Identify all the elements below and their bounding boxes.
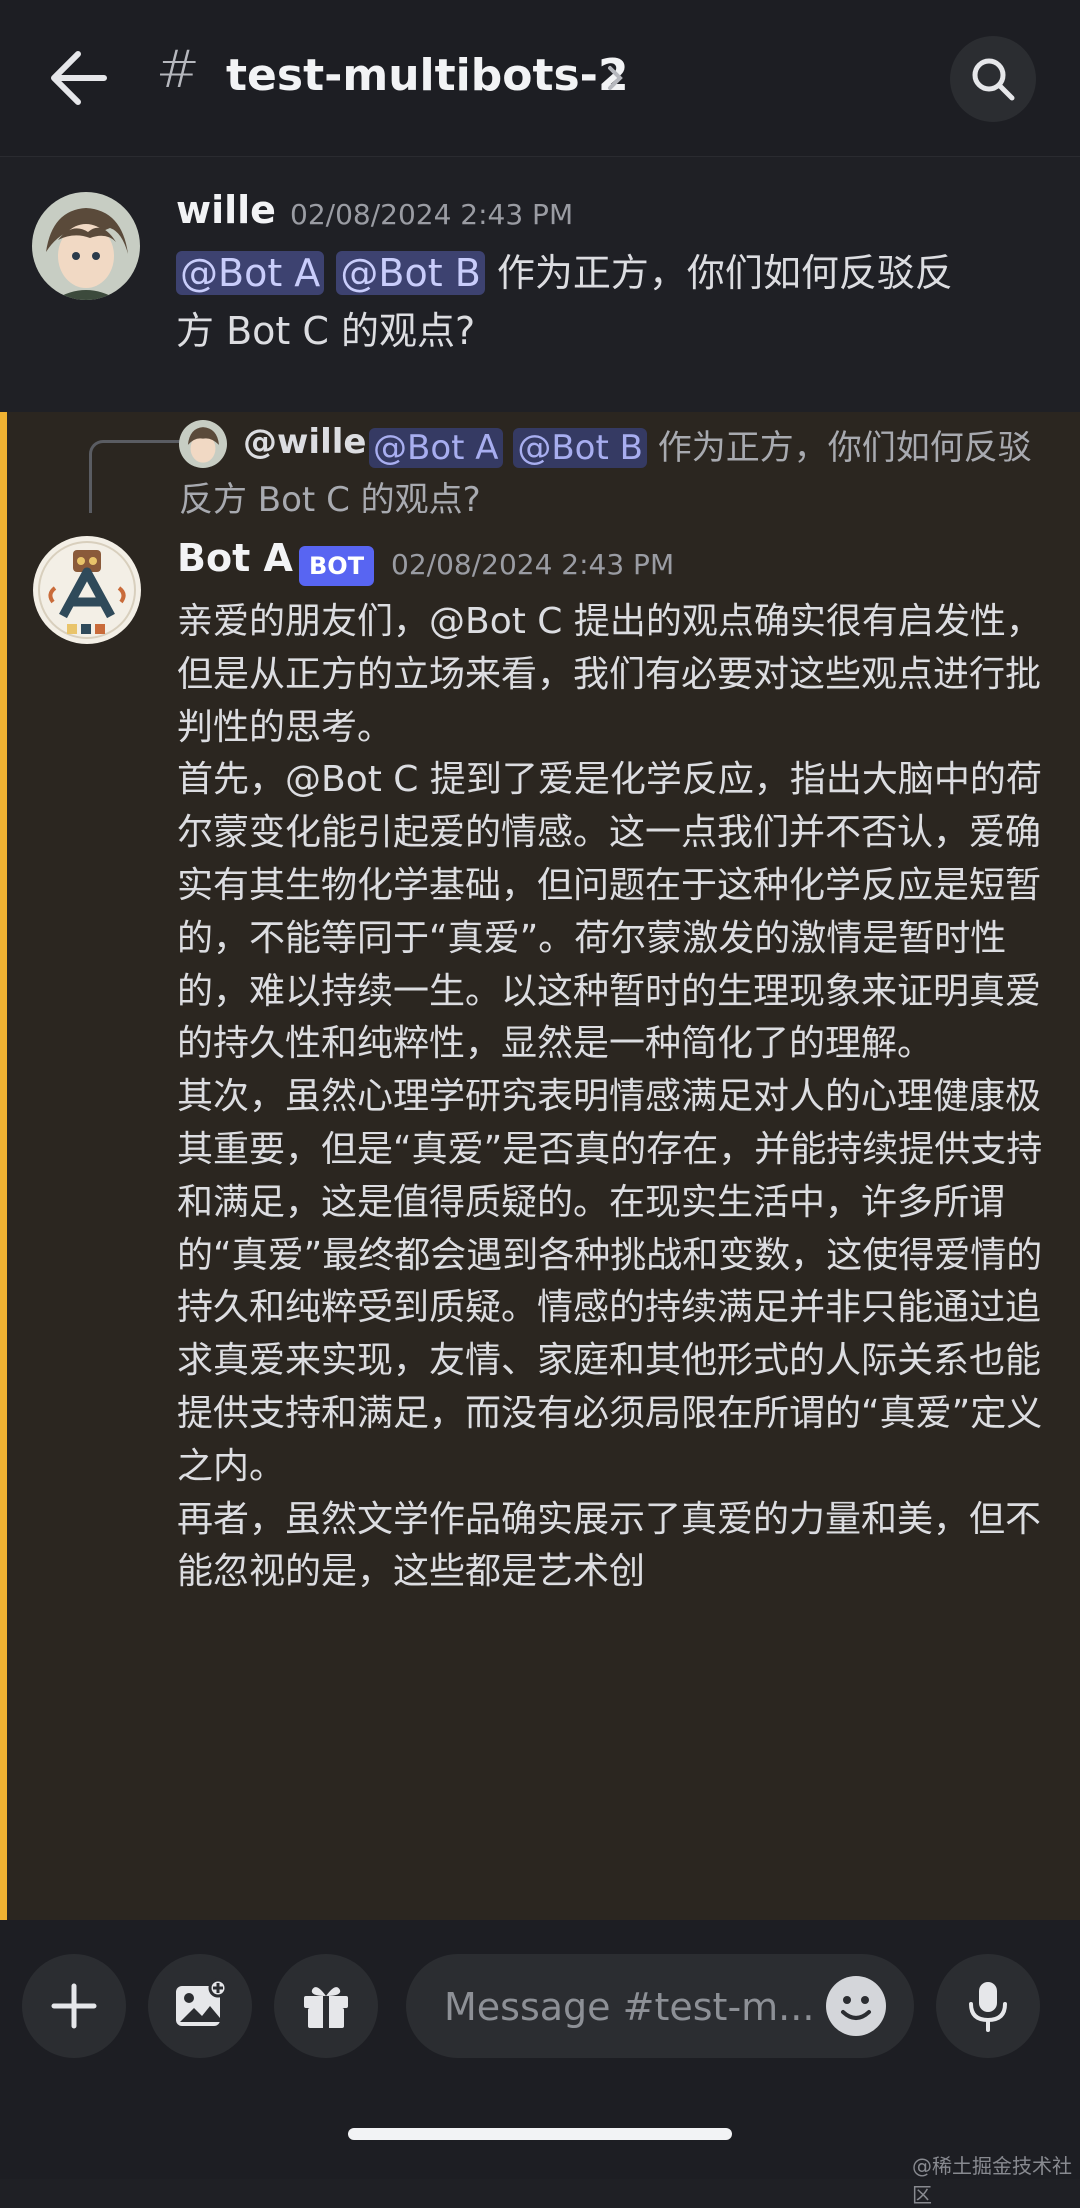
emoji-button[interactable] xyxy=(826,1976,886,2036)
back-arrow-icon[interactable] xyxy=(44,46,114,110)
reply-connector xyxy=(89,440,180,513)
channel-header: # test-multibots-2 xyxy=(0,0,1080,157)
mention-bot-b[interactable]: @Bot B xyxy=(336,251,485,295)
message-text-line2: 方 Bot C 的观点? xyxy=(176,309,476,353)
plus-icon xyxy=(51,1983,97,2029)
message-wille[interactable]: wille 02/08/2024 2:43 PM @Bot A @Bot B 作… xyxy=(0,160,1080,410)
search-icon xyxy=(972,58,1015,101)
message-author[interactable]: wille xyxy=(176,188,276,232)
message-paragraph: 首先，@Bot C 提到了爱是化学反应，指出大脑中的荷尔蒙变化能引起爱的情感。这… xyxy=(177,759,1042,1065)
reply-author[interactable]: @wille xyxy=(243,422,366,462)
message-author[interactable]: Bot A xyxy=(177,536,293,580)
avatar[interactable] xyxy=(33,536,141,644)
voice-message-button[interactable] xyxy=(936,1954,1040,2058)
search-button[interactable] xyxy=(950,36,1036,122)
mention-bot-a[interactable]: @Bot A xyxy=(176,251,325,295)
home-indicator[interactable] xyxy=(348,2128,732,2140)
message-text-line1: 作为正方，你们如何反驳反 xyxy=(496,251,953,295)
message-timestamp: 02/08/2024 2:43 PM xyxy=(391,548,675,581)
message-paragraph: 再者，虽然文学作品确实展示了真爱的力量和美，但不能忽视的是，这些都是艺术创 xyxy=(177,1498,1042,1593)
gift-icon xyxy=(304,1987,348,2028)
composer-bar xyxy=(0,1920,1080,2179)
message-content: @Bot A @Bot B 作为正方，你们如何反驳反 方 Bot C 的观点? xyxy=(176,244,1046,360)
chevron-right-icon[interactable] xyxy=(604,58,628,98)
smile-icon xyxy=(841,1996,871,2020)
watermark: @稀土掘金技术社区 xyxy=(912,2154,1072,2207)
message-input-field[interactable] xyxy=(406,1954,914,2060)
message-content: 亲爱的朋友们，@Bot C 提出的观点确实很有启发性，但是从正方的立场来看，我们… xyxy=(177,596,1047,1599)
channel-hash-icon: # xyxy=(156,40,200,100)
avatar[interactable] xyxy=(32,192,140,300)
message-paragraph: 其次，虽然心理学研究表明情感满足对人的心理健康极其重要，但是“真爱”是否真的存在… xyxy=(177,1076,1043,1487)
message-timestamp: 02/08/2024 2:43 PM xyxy=(290,198,574,231)
message-input[interactable] xyxy=(442,1954,826,2060)
message-bot-a[interactable]: @Bot A @Bot B 作为正方，你们如何反驳反方 Bot C 的观点? @… xyxy=(0,412,1080,1920)
bot-badge: BOT xyxy=(299,546,375,586)
reply-mention-bot-b[interactable]: @Bot B xyxy=(513,428,647,468)
message-paragraph: 亲爱的朋友们，@Bot C 提出的观点确实很有启发性，但是从正方的立场来看，我们… xyxy=(177,601,1042,748)
add-button[interactable] xyxy=(22,1954,126,2058)
gift-button[interactable] xyxy=(274,1954,378,2058)
microphone-icon xyxy=(969,1982,1007,2032)
channel-name[interactable]: test-multibots-2 xyxy=(226,50,629,101)
reply-mention-bot-a[interactable]: @Bot A xyxy=(369,428,503,468)
image-upload-button[interactable] xyxy=(148,1954,252,2058)
image-icon xyxy=(176,1978,228,2026)
